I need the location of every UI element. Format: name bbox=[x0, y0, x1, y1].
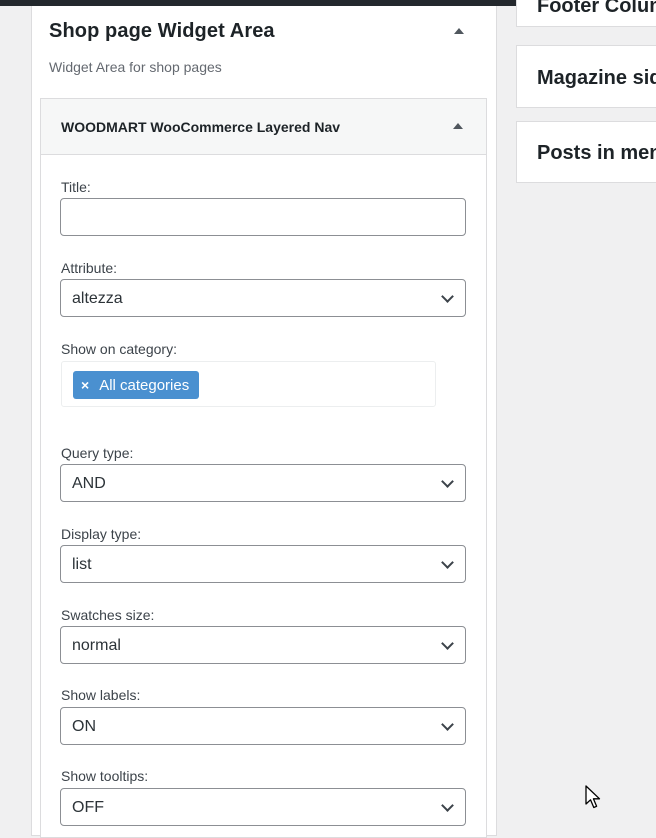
chevron-down-icon bbox=[441, 799, 454, 812]
chevron-down-icon bbox=[441, 556, 454, 569]
title-input[interactable] bbox=[60, 198, 466, 236]
widget-layered-nav: WOODMART WooCommerce Layered Nav Title: … bbox=[40, 98, 487, 838]
widget-title: WOODMART WooCommerce Layered Nav bbox=[61, 119, 341, 135]
display-type-select[interactable]: list bbox=[60, 545, 466, 583]
chevron-down-icon bbox=[441, 475, 454, 488]
category-chip[interactable]: × All categories bbox=[73, 371, 200, 399]
show-labels-label: Show labels: bbox=[61, 687, 141, 703]
widget-area-title: Posts in menu bbox=[537, 142, 656, 164]
caret-up-icon[interactable] bbox=[453, 123, 463, 129]
show-tooltips-select[interactable]: OFF bbox=[60, 788, 466, 826]
display-type-value: list bbox=[72, 556, 92, 573]
show-labels-select[interactable]: ON bbox=[60, 707, 466, 745]
remove-chip-icon[interactable]: × bbox=[81, 377, 89, 393]
widget-area-shop-page: Shop page Widget Area Widget Area for sh… bbox=[31, 6, 497, 838]
swatches-size-value: normal bbox=[72, 637, 121, 654]
widget-area-footer-column[interactable]: Footer Column bbox=[516, 0, 656, 27]
title-label: Title: bbox=[61, 179, 91, 195]
chevron-down-icon bbox=[441, 290, 454, 303]
swatches-size-label: Swatches size: bbox=[61, 607, 155, 623]
widget-area-header[interactable]: Shop page Widget Area Widget Area for sh… bbox=[49, 20, 496, 75]
show-tooltips-value: OFF bbox=[72, 799, 104, 816]
query-type-label: Query type: bbox=[61, 445, 134, 461]
widget-area-posts-in-menu[interactable]: Posts in menu bbox=[516, 121, 656, 183]
widget-area-title: Magazine sidebar bbox=[537, 67, 656, 89]
query-type-value: AND bbox=[72, 475, 106, 492]
attribute-select[interactable]: altezza bbox=[60, 279, 466, 317]
show-labels-value: ON bbox=[72, 718, 96, 735]
attribute-label: Attribute: bbox=[61, 260, 118, 276]
widget-header[interactable]: WOODMART WooCommerce Layered Nav bbox=[41, 99, 486, 155]
show-tooltips-label: Show tooltips: bbox=[61, 768, 149, 784]
widget-area-description: Widget Area for shop pages bbox=[49, 59, 222, 75]
query-type-select[interactable]: AND bbox=[60, 464, 466, 502]
display-type-label: Display type: bbox=[61, 526, 142, 542]
widget-area-title: Shop page Widget Area bbox=[49, 20, 275, 42]
category-chip-label: All categories bbox=[99, 376, 190, 394]
caret-up-icon[interactable] bbox=[454, 28, 464, 34]
widget-area-title: Footer Column bbox=[537, 0, 656, 17]
category-multiselect[interactable]: × All categories bbox=[61, 361, 436, 407]
chevron-down-icon bbox=[441, 718, 454, 731]
mouse-pointer-icon bbox=[585, 785, 601, 809]
chevron-down-icon bbox=[441, 637, 454, 650]
widget-area-magazine-sidebar[interactable]: Magazine sidebar bbox=[516, 45, 656, 108]
swatches-size-select[interactable]: normal bbox=[60, 626, 466, 664]
show-on-category-label: Show on category: bbox=[61, 341, 177, 357]
attribute-value: altezza bbox=[72, 290, 123, 307]
